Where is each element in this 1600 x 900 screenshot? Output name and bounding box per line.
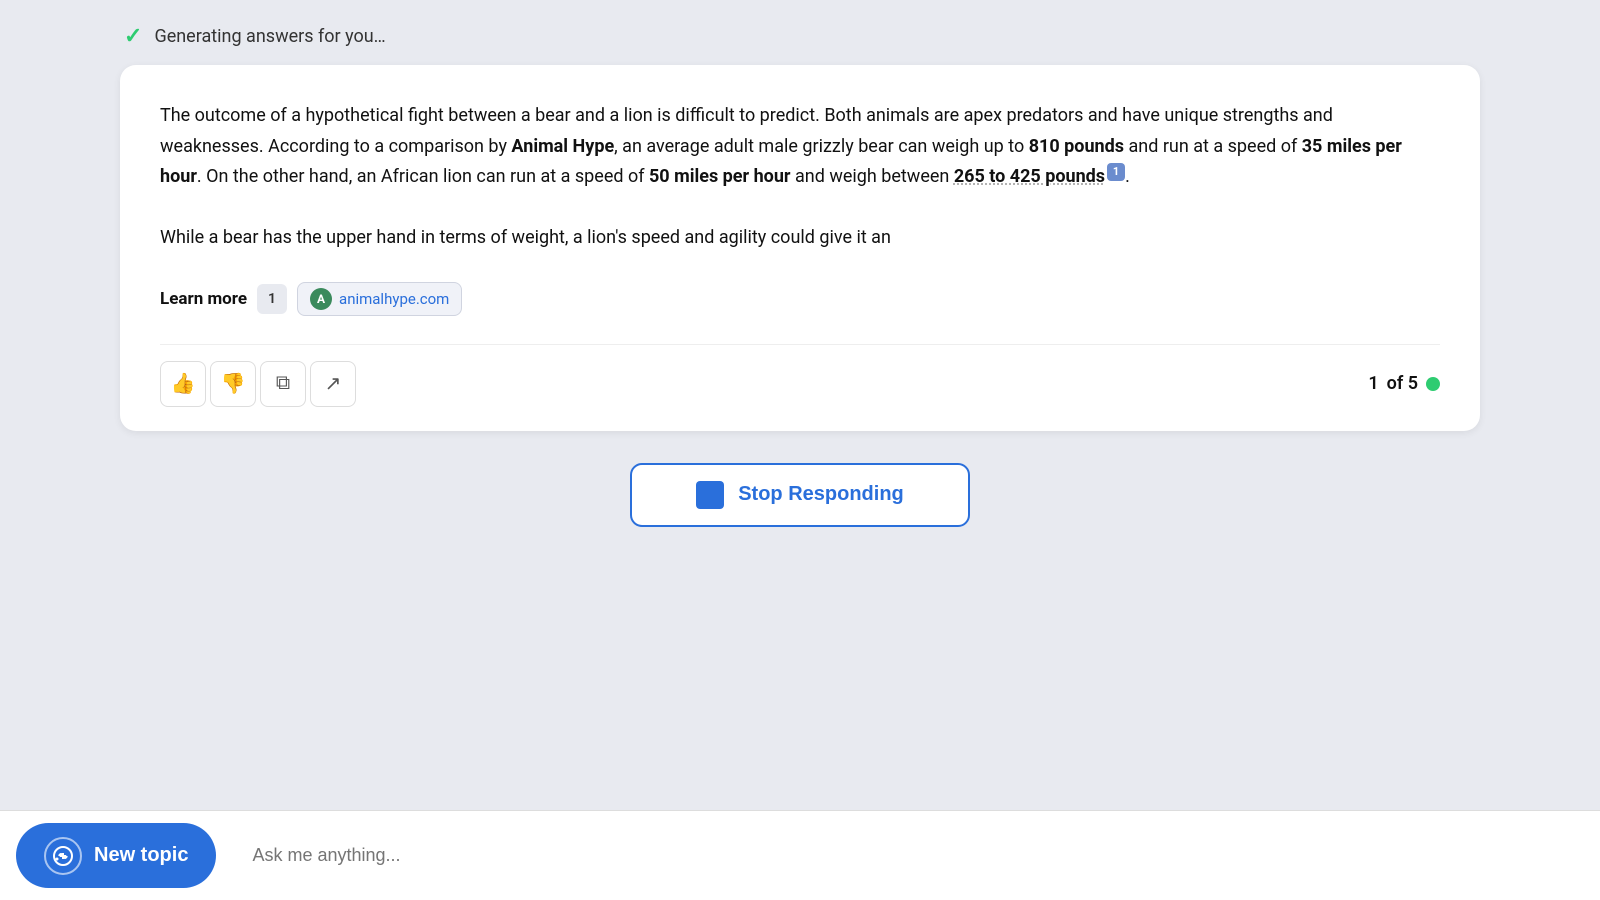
new-topic-icon [44, 837, 82, 875]
learn-more-row: Learn more 1 A animalhype.com [160, 282, 1440, 316]
animal-hype-bold: Animal Hype [511, 136, 614, 157]
thumbs-down-icon: 👎 [221, 371, 246, 396]
new-topic-label: New topic [94, 844, 188, 867]
new-topic-button[interactable]: New topic [16, 823, 216, 888]
copy-button[interactable]: ⧉ [260, 361, 306, 407]
link-url-text: animalhype.com [339, 290, 449, 308]
share-icon: ↗ [325, 371, 342, 396]
stop-button-label: Stop Responding [738, 483, 904, 506]
answer-card: The outcome of a hypothetical fight betw… [120, 65, 1480, 431]
status-bar: ✓ Generating answers for you… [120, 24, 1480, 49]
of-label: of 5 [1387, 373, 1418, 394]
link-avatar: A [310, 288, 332, 310]
answer-text-2: While a bear has the upper hand in terms… [160, 227, 891, 248]
ask-input[interactable] [232, 811, 1600, 900]
action-row: 👍 👎 ⧉ ↗ 1 of 5 [160, 344, 1440, 407]
answer-text-1d: . On the other hand, an African lion can… [197, 166, 649, 187]
thumbs-up-icon: 👍 [171, 371, 196, 396]
copy-icon: ⧉ [276, 372, 290, 395]
answer-text-1f: . [1125, 166, 1130, 187]
answer-text-1e: and weigh between [791, 166, 954, 187]
animalhype-link[interactable]: A animalhype.com [297, 282, 462, 316]
stop-icon [696, 481, 724, 509]
answer-text-1b: , an average adult male grizzly bear can… [614, 136, 1029, 157]
status-dot [1426, 377, 1440, 391]
stop-responding-button[interactable]: Stop Responding [630, 463, 970, 527]
265-pounds-bold: 265 to 425 pounds [954, 166, 1105, 187]
thumbs-up-button[interactable]: 👍 [160, 361, 206, 407]
bottom-bar: New topic [0, 810, 1600, 900]
stop-row: Stop Responding [120, 463, 1480, 527]
answer-text-1c: and run at a speed of [1124, 136, 1302, 157]
check-icon: ✓ [124, 24, 142, 49]
citation-badge: 1 [1107, 163, 1125, 181]
learn-more-label: Learn more [160, 289, 247, 309]
share-button[interactable]: ↗ [310, 361, 356, 407]
page-current: 1 [1368, 373, 1378, 394]
810-pounds-bold: 810 pounds [1029, 136, 1124, 157]
50mph-bold: 50 miles per hour [649, 166, 791, 187]
status-text: Generating answers for you… [154, 26, 385, 47]
thumbs-down-button[interactable]: 👎 [210, 361, 256, 407]
answer-body: The outcome of a hypothetical fight betw… [160, 101, 1440, 254]
action-buttons: 👍 👎 ⧉ ↗ [160, 361, 356, 407]
page-indicator: 1 of 5 [1368, 373, 1440, 394]
learn-more-num: 1 [257, 284, 287, 314]
